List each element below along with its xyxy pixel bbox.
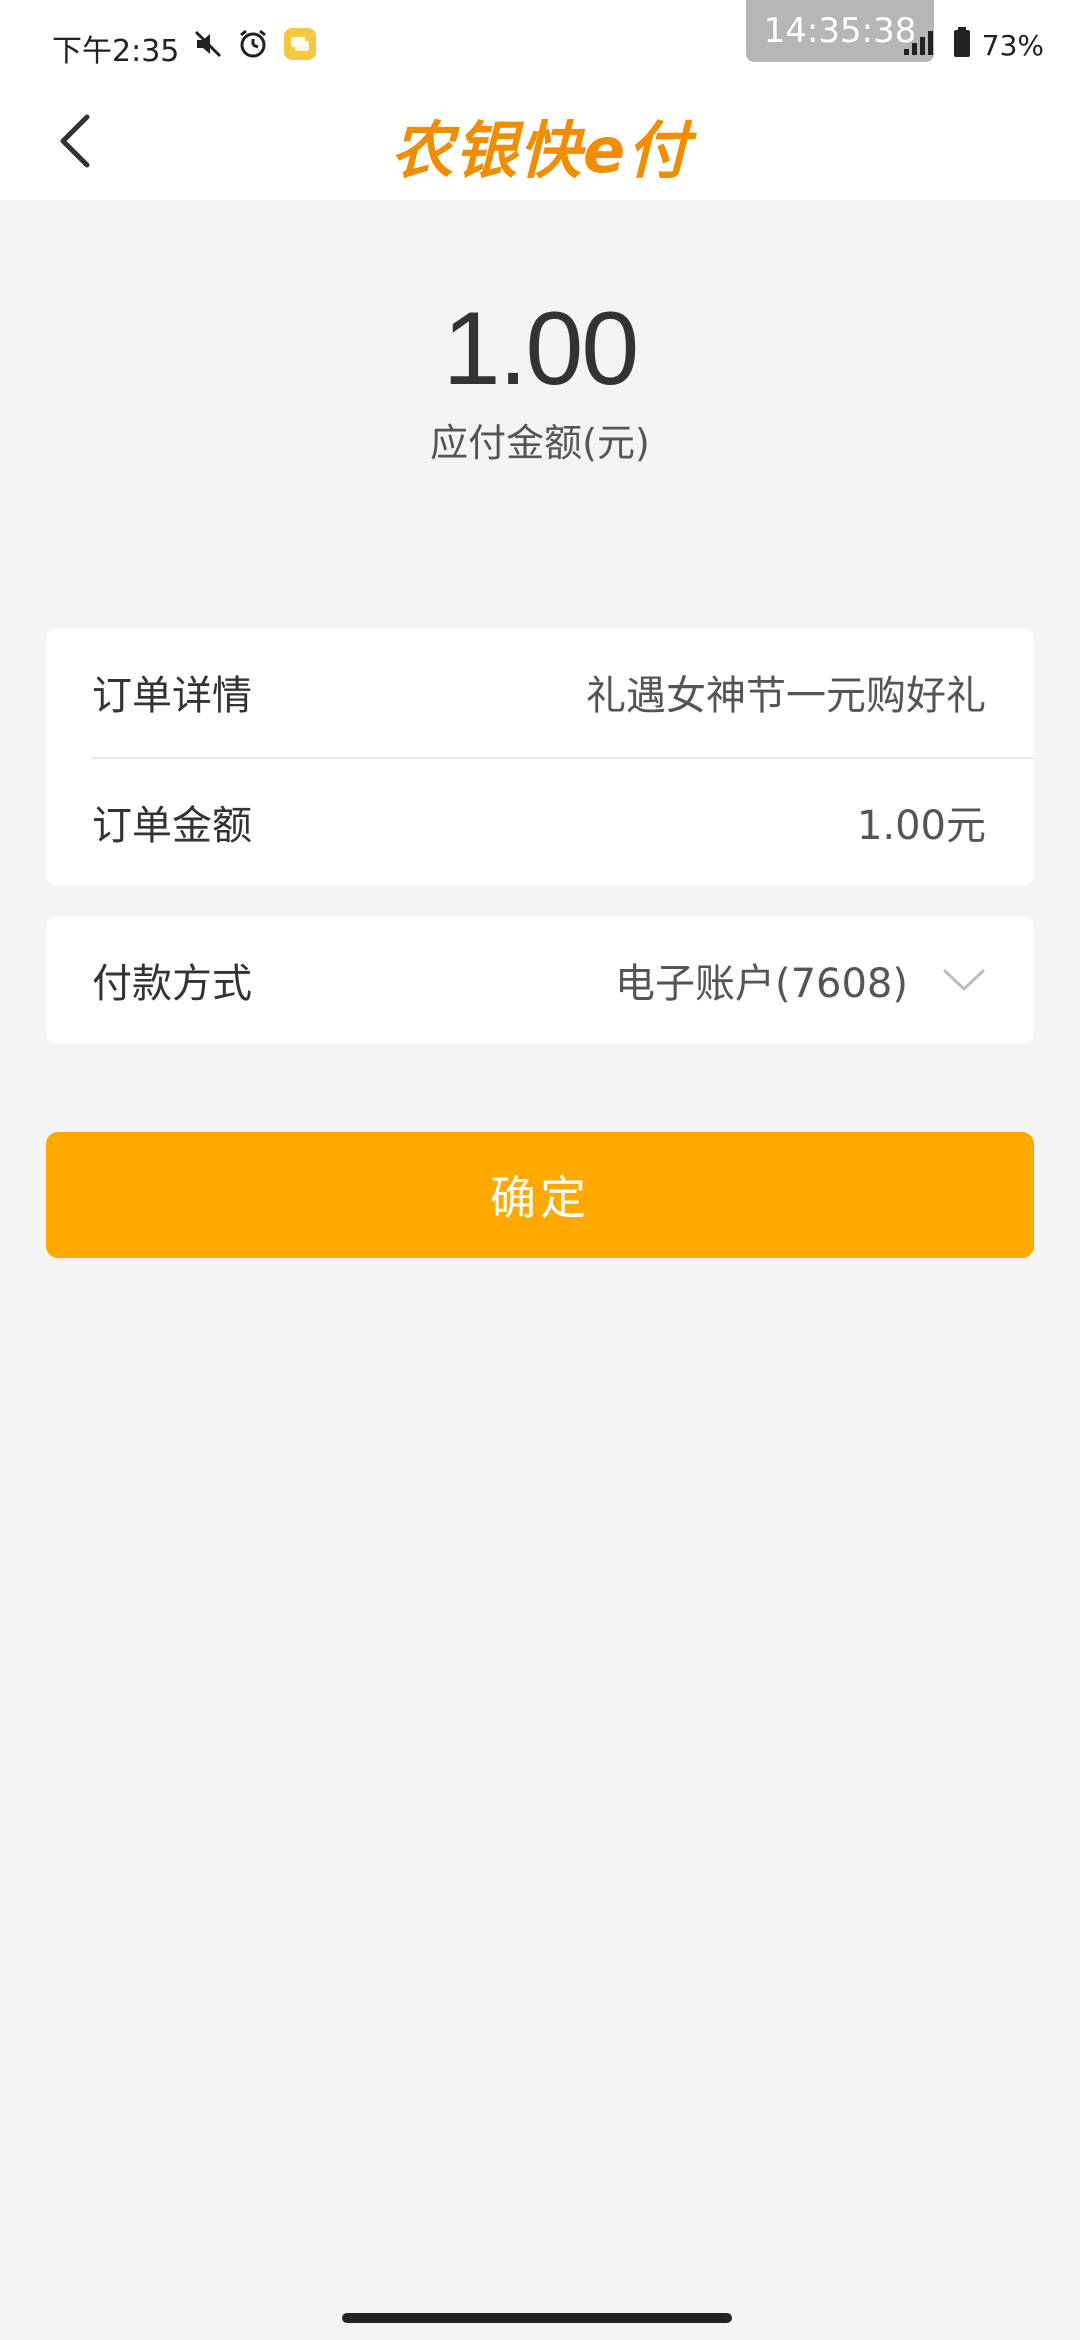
signal-icon [902, 27, 942, 64]
payment-method-card[interactable]: 付款方式 电子账户(7608) [46, 916, 1034, 1044]
status-bar: 下午2:35 14:35:38 73% [0, 0, 1080, 90]
payment-method-value: 电子账户(7608) [614, 961, 908, 1007]
order-amount-value: 1.00元 [856, 803, 986, 849]
mute-icon [193, 29, 223, 67]
status-left: 下午2:35 [52, 26, 317, 70]
payable-amount-label: 应付金额(元) [430, 421, 650, 465]
chevron-down-icon[interactable] [942, 957, 986, 1003]
order-detail-label: 订单详情 [92, 673, 252, 719]
battery-icon [952, 26, 972, 65]
payment-method-row[interactable]: 付款方式 电子账户(7608) [92, 916, 986, 1044]
header: 农银快e付 [0, 90, 1080, 200]
payment-method-label: 付款方式 [92, 961, 252, 1007]
order-detail-value: 礼遇女神节一元购好礼 [586, 673, 986, 719]
order-detail-row: 订单详情 礼遇女神节一元购好礼 [92, 628, 986, 756]
back-button[interactable] [40, 108, 110, 178]
brand-logo: 农银快e付 [390, 114, 692, 187]
payment-method-selector[interactable]: 电子账户(7608) [615, 951, 986, 1009]
order-amount-row: 订单金额 1.00元 [92, 758, 986, 886]
status-time: 下午2:35 [52, 34, 180, 69]
order-amount-label: 订单金额 [92, 803, 252, 849]
chevron-left-icon [55, 113, 95, 173]
home-indicator[interactable] [342, 2313, 732, 2323]
payable-amount: 1.00 [442, 291, 639, 407]
status-right: 73% [902, 26, 1044, 65]
order-card: 订单详情 礼遇女神节一元购好礼 订单金额 1.00元 [46, 628, 1034, 886]
message-app-icon [283, 27, 317, 69]
alarm-icon [237, 28, 269, 68]
confirm-button[interactable]: 确定 [46, 1132, 1034, 1258]
battery-percentage: 73% [981, 29, 1044, 62]
